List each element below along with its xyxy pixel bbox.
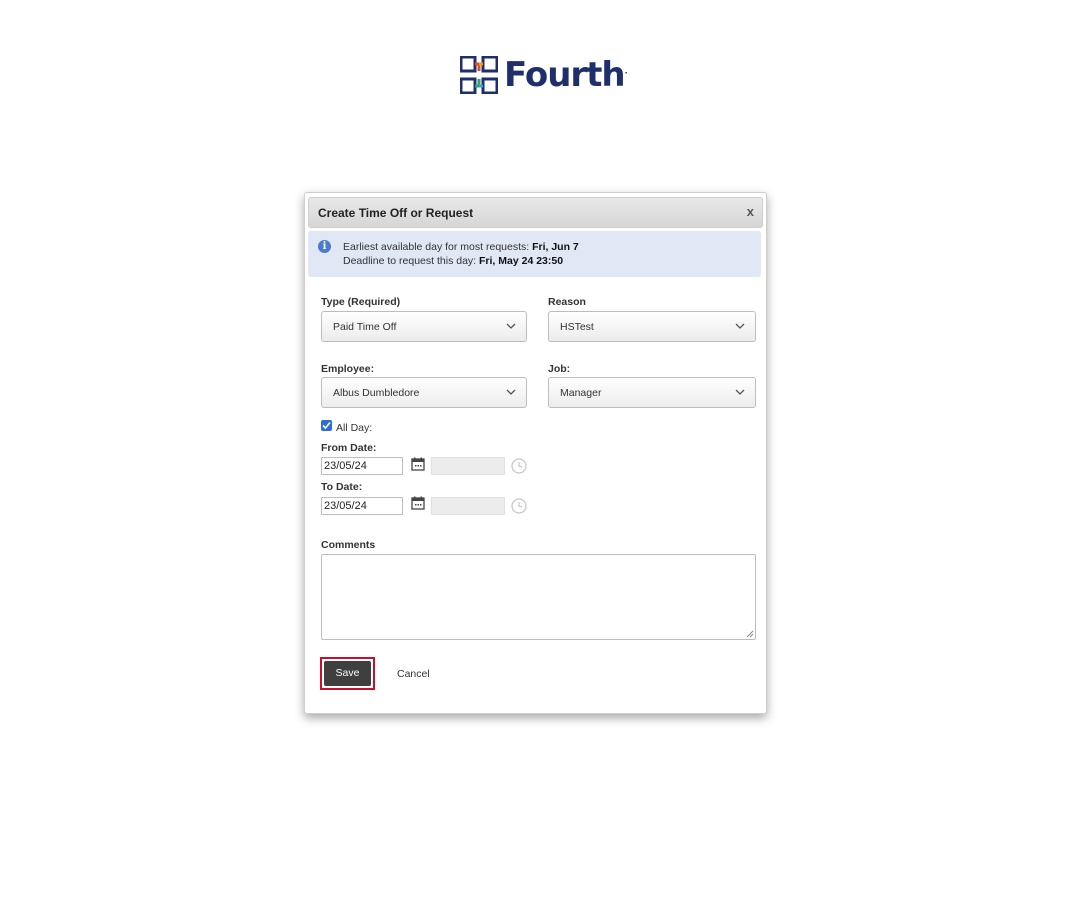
comments-label: Comments [321, 539, 376, 551]
to-date-input[interactable]: 23/05/24 [321, 497, 403, 515]
all-day-label: All Day: [336, 422, 373, 434]
dialog-titlebar: Create Time Off or Request x [308, 197, 763, 228]
chevron-down-icon [506, 389, 516, 395]
time-off-dialog: Create Time Off or Request x i Earliest … [304, 192, 767, 714]
type-select[interactable]: Paid Time Off [321, 311, 527, 342]
save-button-highlight: Save [320, 657, 375, 690]
resize-handle-icon[interactable] [746, 630, 754, 638]
save-button[interactable]: Save [324, 661, 371, 686]
close-icon[interactable]: x [747, 204, 754, 219]
comments-textarea[interactable] [321, 554, 756, 640]
chevron-down-icon [506, 323, 516, 329]
check-icon [322, 421, 331, 430]
clock-icon [511, 498, 527, 514]
deadline-text: Deadline to request this day: Fri, May 2… [343, 255, 564, 267]
calendar-icon[interactable] [411, 496, 425, 510]
employee-label: Employee: [321, 363, 375, 375]
chevron-down-icon [735, 323, 745, 329]
cancel-button[interactable]: Cancel [397, 668, 430, 680]
type-value: Paid Time Off [333, 321, 397, 333]
earliest-day-text: Earliest available day for most requests… [343, 241, 579, 253]
from-date-label: From Date: [321, 442, 377, 454]
dialog-title: Create Time Off or Request [318, 206, 474, 220]
job-select[interactable]: Manager [548, 377, 756, 408]
job-label: Job: [548, 363, 571, 375]
info-icon: i [318, 240, 331, 253]
employee-value: Albus Dumbledore [333, 387, 420, 399]
chevron-down-icon [735, 389, 745, 395]
type-label: Type (Required) [321, 296, 401, 308]
fourth-logo: Fourth. [460, 55, 628, 95]
brand-name: Fourth. [504, 55, 628, 95]
reason-select[interactable]: HSTest [548, 311, 756, 342]
fourth-logo-icon [460, 56, 498, 94]
from-date-input[interactable]: 23/05/24 [321, 457, 403, 475]
info-banner: i Earliest available day for most reques… [308, 231, 761, 277]
reason-value: HSTest [560, 321, 594, 333]
clock-icon [511, 458, 527, 474]
from-time-input [431, 457, 505, 475]
job-value: Manager [560, 387, 602, 399]
to-date-label: To Date: [321, 481, 363, 493]
to-time-input [431, 497, 505, 515]
all-day-checkbox[interactable] [321, 420, 332, 431]
reason-label: Reason [548, 296, 586, 308]
calendar-icon[interactable] [411, 457, 425, 471]
employee-select[interactable]: Albus Dumbledore [321, 377, 527, 408]
